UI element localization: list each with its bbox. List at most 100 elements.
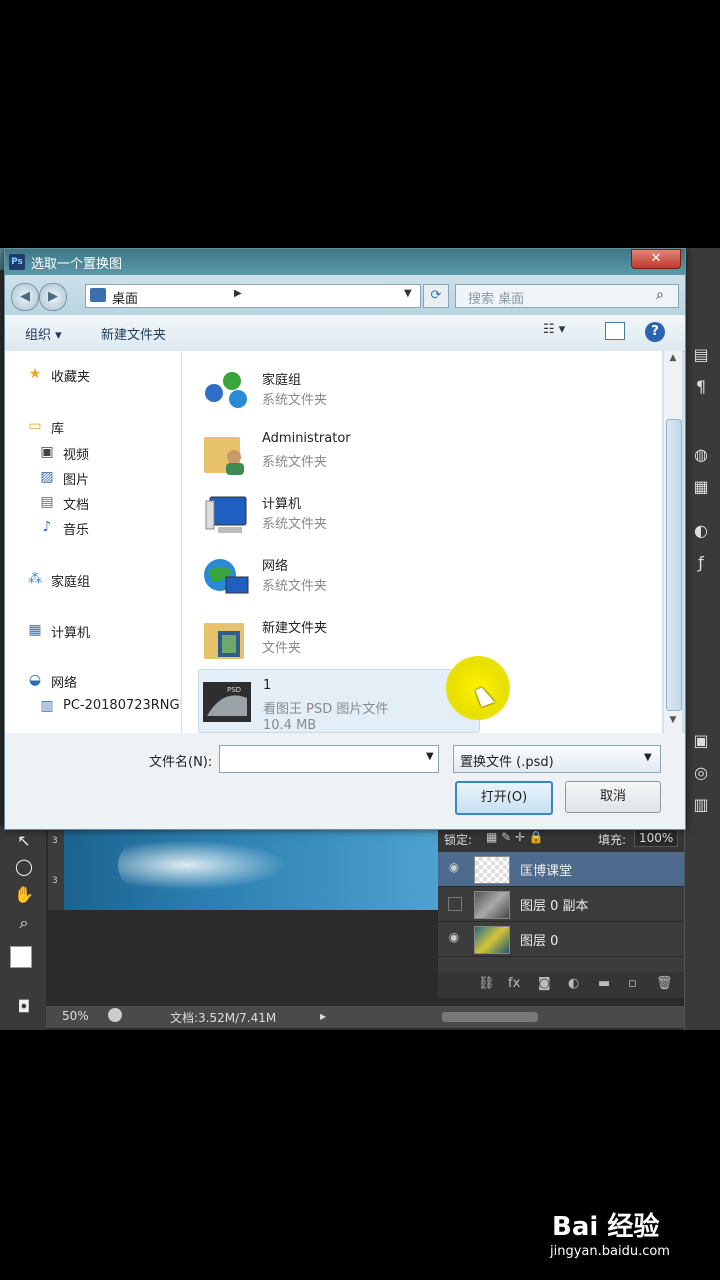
layers-panel: 锁定: ▦ ✎ ✛ 🔒 填充: 100% ◉ 匡博课堂 图层 0 副本 ◉ 图层… <box>438 826 684 998</box>
panel-icon-3[interactable]: ▣ <box>690 730 712 752</box>
help-icon[interactable]: ? <box>645 322 665 342</box>
visibility-box[interactable] <box>448 897 462 911</box>
address-bar-row: ◀ ▶ 桌面 ▶ ▼ ⟳ 搜索 桌面 ⌕ <box>5 275 685 315</box>
eye-icon[interactable]: ◉ <box>446 930 462 946</box>
new-folder-button[interactable]: 新建文件夹 <box>101 324 166 343</box>
layer-name: 匡博课堂 <box>520 864 573 879</box>
hand-tool-icon[interactable]: ✋ <box>12 884 36 906</box>
video-icon: ▣ <box>40 444 54 460</box>
layer-name: 图层 0 副本 <box>520 899 589 914</box>
vertical-scrollbar[interactable]: ▲ ▼ <box>663 351 682 733</box>
nav-label: 计算机 <box>51 626 91 641</box>
search-icon[interactable]: ⌕ <box>656 287 664 303</box>
eye-icon[interactable]: ◉ <box>446 860 462 876</box>
fx-icon[interactable]: ƒ <box>690 552 712 574</box>
panel-icon-4[interactable]: ◎ <box>690 762 712 784</box>
file-item[interactable]: 网络 系统文件夹 <box>198 547 478 607</box>
panel-icon-1[interactable]: ▤ <box>690 344 712 366</box>
grid-icon[interactable]: ▦ <box>690 476 712 498</box>
adjust-icon[interactable]: ◐ <box>690 520 712 542</box>
open-button[interactable]: 打开(O) <box>455 781 553 815</box>
search-input[interactable]: 搜索 桌面 ⌕ <box>455 284 679 308</box>
trash-icon[interactable]: 🗑 <box>656 976 673 991</box>
file-type: 系统文件夹 <box>262 455 328 470</box>
layer-row[interactable]: ◉ 图层 0 <box>438 922 684 957</box>
link-icon[interactable]: ⛓ <box>478 976 495 991</box>
file-item[interactable]: 家庭组 系统文件夹 <box>198 361 478 421</box>
foreground-color-swatch[interactable] <box>10 946 32 968</box>
psd-file-icon: PSD <box>203 682 251 722</box>
adjustment-icon[interactable]: ◐ <box>568 976 579 991</box>
layer-row[interactable]: ◉ 匡博课堂 <box>438 852 684 887</box>
file-dialog: Ps 选取一个置换图 ✕ ◀ ▶ 桌面 ▶ ▼ ⟳ 搜索 桌面 ⌕ 组织 ▾ 新… <box>4 248 686 830</box>
status-bar: 50% 文档:3.52M/7.41M ▸ <box>46 1006 684 1028</box>
fx-icon[interactable]: fx <box>508 976 520 991</box>
address-dropdown-icon[interactable]: ▼ <box>404 288 412 299</box>
panel-icon-2[interactable]: ¶ <box>690 376 712 398</box>
close-button[interactable]: ✕ <box>631 249 681 269</box>
scroll-down-icon[interactable]: ▼ <box>666 715 680 729</box>
watermark-url: jingyan.baidu.com <box>550 1244 670 1259</box>
tools-panel: ↖ ◯ ✋ ⌕ ◘ <box>0 826 46 1030</box>
ellipse-tool-icon[interactable]: ◯ <box>12 856 36 878</box>
music-icon: ♪ <box>42 519 52 535</box>
lock-icons[interactable]: ▦ ✎ ✛ 🔒 <box>486 830 544 844</box>
status-arrow-icon[interactable]: ▸ <box>320 1009 326 1023</box>
zoom-level[interactable]: 50% <box>62 1009 89 1023</box>
filetype-select[interactable]: 置换文件 (.psd) ▼ <box>453 745 661 773</box>
scroll-thumb[interactable] <box>666 419 682 711</box>
nav-label: 音乐 <box>63 523 90 538</box>
layer-thumbnail <box>474 856 510 884</box>
homegroup-icon <box>205 372 247 408</box>
view-options-icon[interactable]: ☷ ▾ <box>543 322 565 337</box>
picture-icon: ▨ <box>40 469 54 485</box>
scroll-up-icon[interactable]: ▲ <box>666 353 680 367</box>
layer-row[interactable]: 图层 0 副本 <box>438 887 684 922</box>
organize-button[interactable]: 组织 ▾ <box>25 324 62 343</box>
filetype-dropdown-icon[interactable]: ▼ <box>644 752 652 763</box>
file-size: 10.4 MB <box>263 718 317 733</box>
breadcrumb-arrow-icon[interactable]: ▶ <box>234 288 242 299</box>
forward-button[interactable]: ▶ <box>39 283 67 311</box>
address-bar[interactable]: 桌面 ▶ ▼ <box>85 284 421 308</box>
horizontal-scrollbar[interactable] <box>442 1012 538 1022</box>
search-placeholder: 搜索 桌面 <box>468 292 525 307</box>
mask-icon[interactable]: ◙ <box>538 976 551 991</box>
file-item[interactable]: 计算机 系统文件夹 <box>198 485 478 545</box>
fill-value[interactable]: 100% <box>634 829 679 847</box>
dialog-titlebar: Ps 选取一个置换图 ✕ <box>5 249 685 275</box>
panel-icon-5[interactable]: ▥ <box>690 794 712 816</box>
preview-pane-icon[interactable] <box>605 322 625 340</box>
computer-icon: ▦ <box>28 622 42 638</box>
layer-name: 图层 0 <box>520 934 559 949</box>
file-item-selected[interactable]: PSD 1 看图王 PSD 图片文件 10.4 MB <box>198 669 480 733</box>
file-type: 系统文件夹 <box>262 579 328 594</box>
user-folder-icon <box>204 437 244 475</box>
new-layer-icon[interactable]: ▫ <box>628 976 637 991</box>
file-name: 新建文件夹 <box>262 621 328 636</box>
quick-mask-icon[interactable]: ◘ <box>12 996 36 1018</box>
filename-input[interactable]: ▼ <box>219 745 439 773</box>
cancel-button[interactable]: 取消 <box>565 781 661 813</box>
lock-label: 锁定: <box>444 833 473 847</box>
move-tool-icon[interactable]: ↖ <box>12 830 36 852</box>
filename-dropdown-icon[interactable]: ▼ <box>426 751 434 762</box>
nav-item-pc[interactable]: ▥ PC-20180723RNGM <box>39 695 181 717</box>
file-item[interactable]: 新建文件夹 文件夹 <box>198 609 478 669</box>
refresh-button[interactable]: ⟳ <box>423 284 449 308</box>
filename-label: 文件名(N): <box>149 755 213 770</box>
zoom-tool-icon[interactable]: ⌕ <box>12 912 36 934</box>
folder-icon[interactable]: ▬ <box>598 976 610 991</box>
dialog-toolbar: 组织 ▾ 新建文件夹 ☷ ▾ ? <box>5 315 685 352</box>
watermark-logo: Bai 经验 <box>552 1212 660 1242</box>
back-button[interactable]: ◀ <box>11 283 39 311</box>
document-icon: ▤ <box>40 494 54 510</box>
file-item[interactable]: Administrator 系统文件夹 <box>198 423 478 483</box>
status-icon[interactable] <box>108 1008 122 1022</box>
palette-icon[interactable]: ◍ <box>690 444 712 466</box>
image-canvas[interactable] <box>48 830 438 910</box>
library-icon: ▭ <box>28 418 42 434</box>
nav-label: 家庭组 <box>51 575 91 590</box>
file-type: 文件夹 <box>262 641 302 656</box>
svg-text:PSD: PSD <box>227 686 241 694</box>
